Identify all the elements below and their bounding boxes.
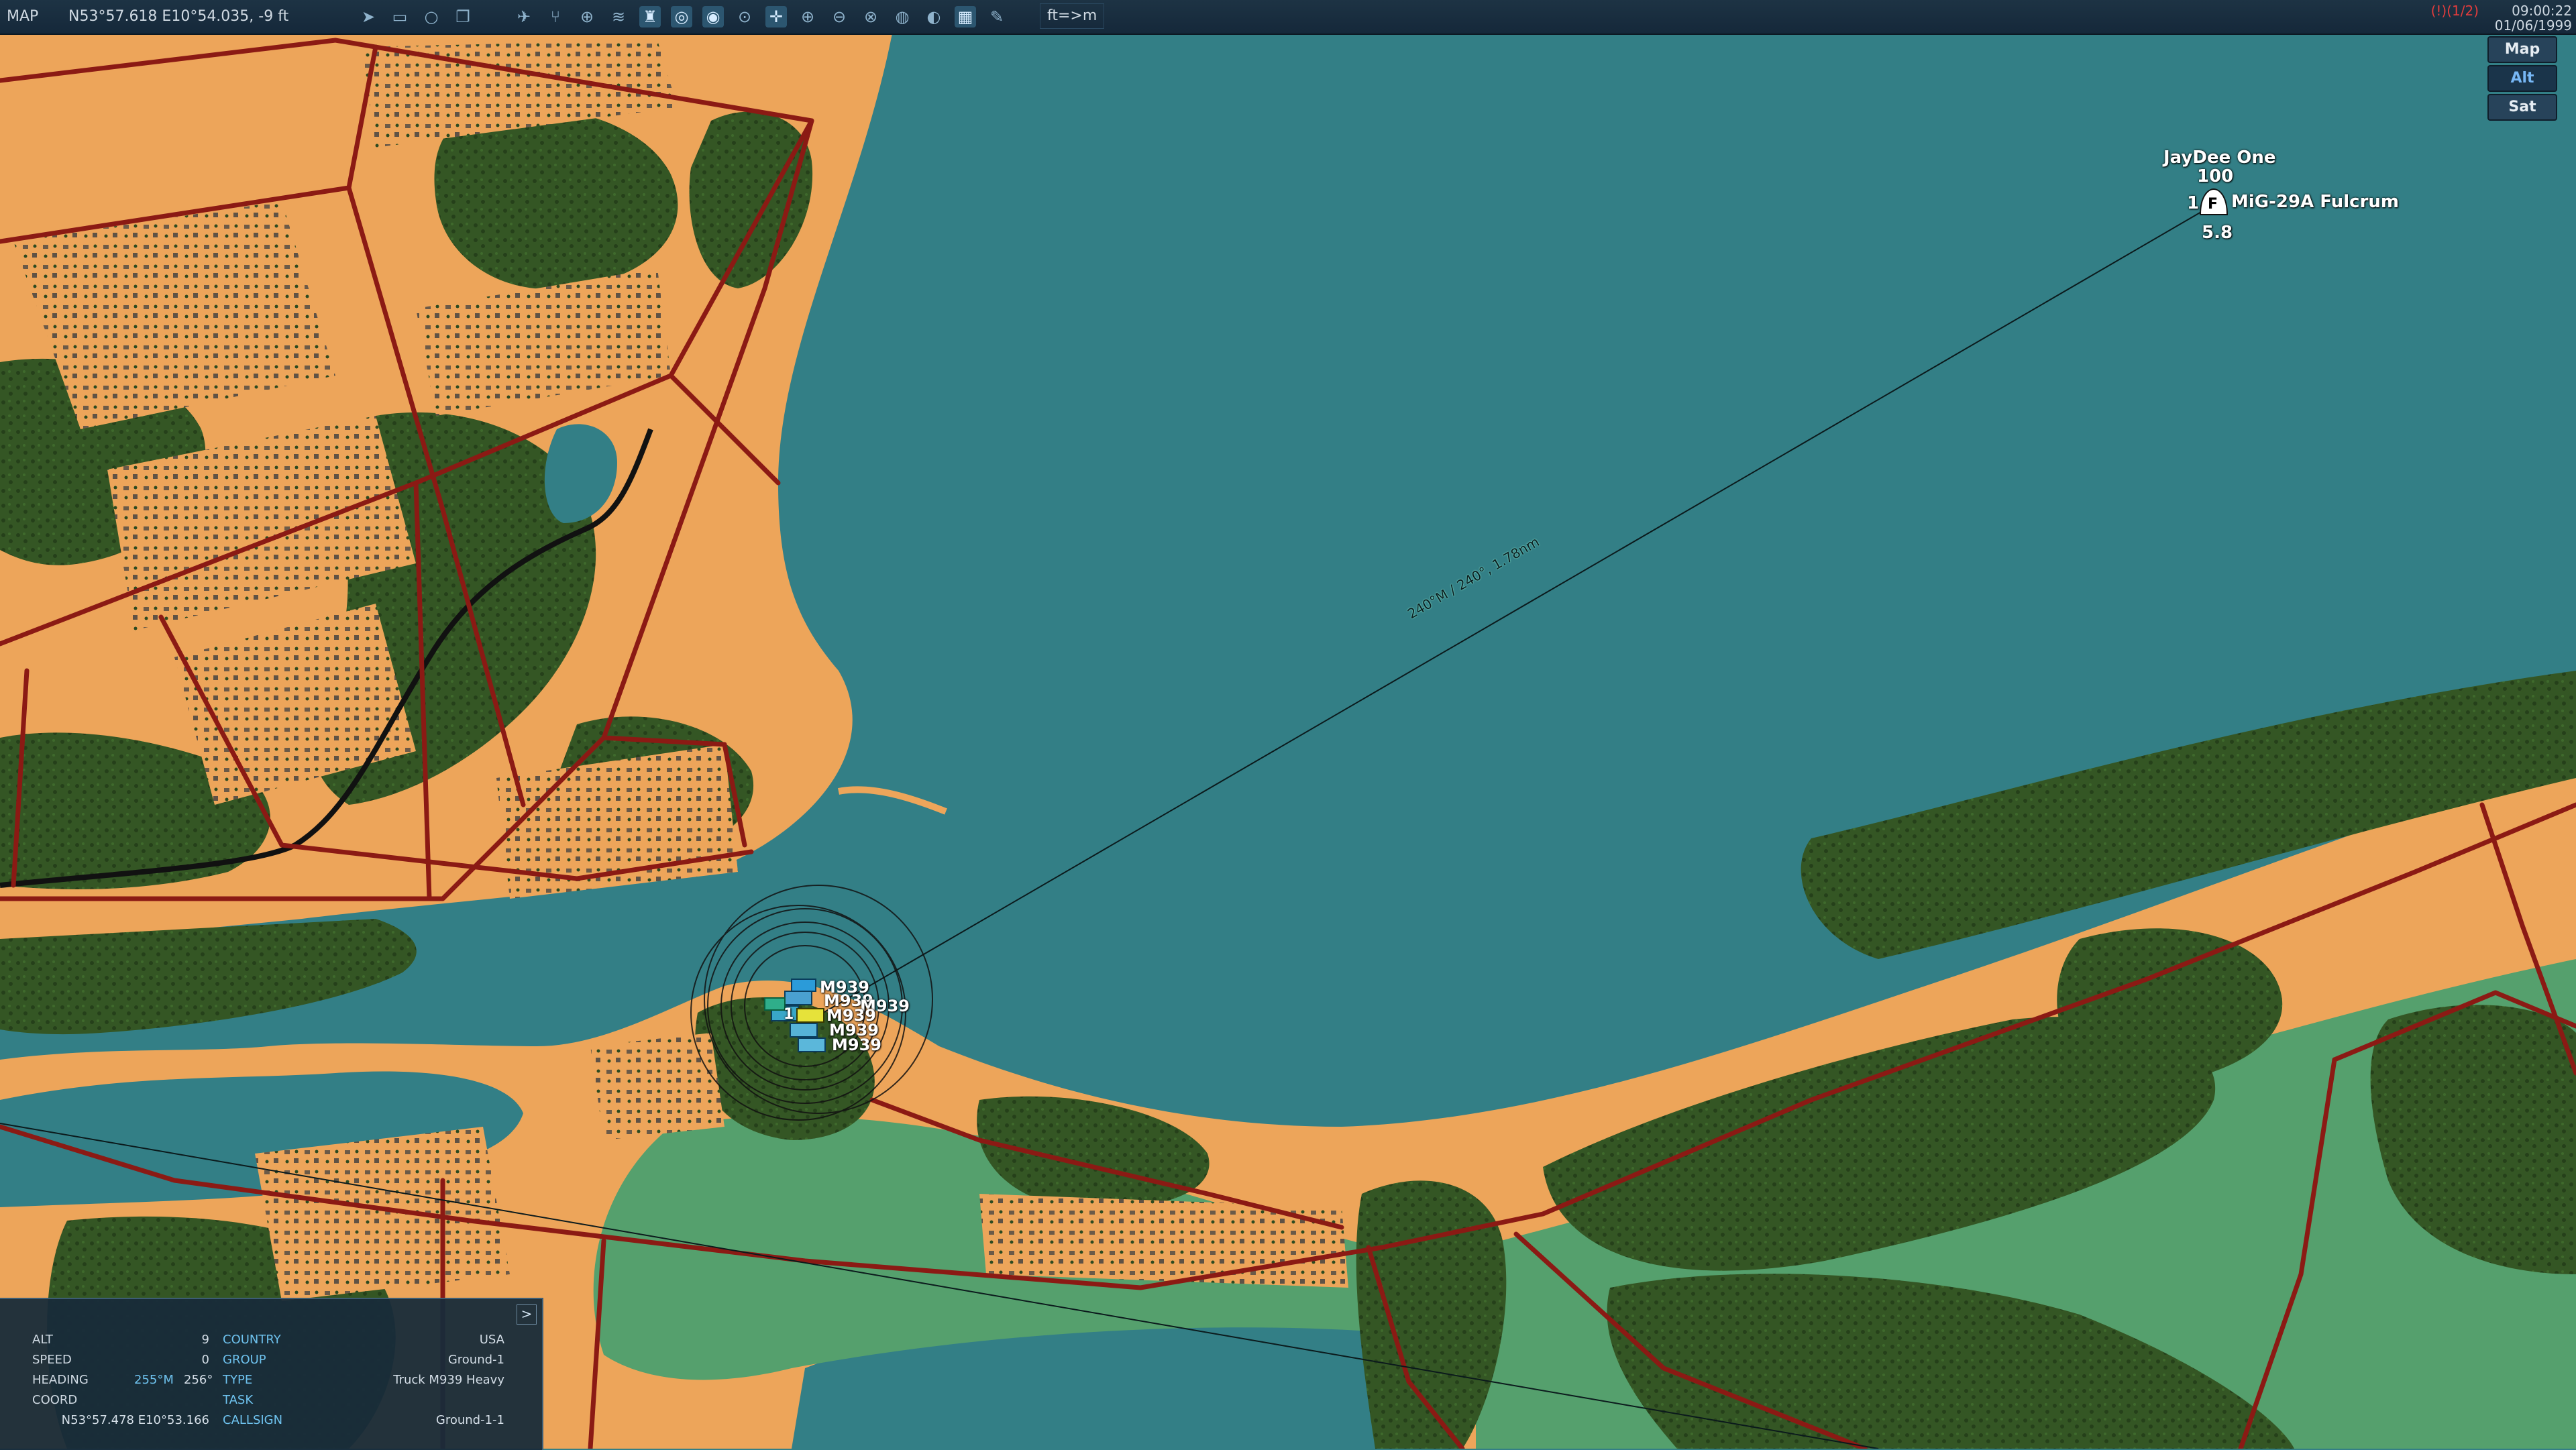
map-mode-sat-button[interactable]: Sat [2487, 94, 2557, 121]
town-area [590, 1033, 724, 1140]
heading-label: HEADING [32, 1373, 89, 1387]
map-mode-map-button[interactable]: Map [2487, 36, 2557, 63]
ground-unit-count: 1 [784, 1006, 794, 1023]
zoom-out-region-icon[interactable]: ◉ [702, 6, 724, 27]
zoom-unit-icon[interactable]: ⊙ [734, 6, 755, 27]
grid-icon[interactable]: ▦ [955, 6, 976, 27]
crosshair-icon[interactable]: ✛ [765, 6, 787, 27]
type-value: Truck M939 Heavy [393, 1373, 504, 1387]
pencil-icon[interactable]: ✎ [986, 6, 1008, 27]
alt-label: ALT [32, 1333, 53, 1347]
aircraft-altitude: 100 [2197, 166, 2234, 186]
country-value: USA [479, 1333, 504, 1347]
target-icon[interactable]: ⊕ [576, 6, 598, 27]
coord-value: N53°57.478 E10°53.166 [61, 1413, 209, 1427]
town-area [255, 1127, 510, 1301]
callsign-value: Ground-1-1 [435, 1413, 504, 1427]
task-label: TASK [223, 1393, 254, 1407]
alt-value: 9 [201, 1333, 209, 1347]
aircraft-count: 1 [2187, 193, 2200, 213]
task-value [335, 1391, 504, 1410]
aircraft-speed: 5.8 [2202, 223, 2233, 243]
group-label: GROUP [223, 1353, 266, 1367]
unit-info-panel: > ALT 9 SPEED 0 HEADING 255°M 256° COORD… [0, 1298, 543, 1450]
route-icon[interactable]: ⑂ [545, 6, 566, 27]
heading-magnetic: 255°M [134, 1373, 174, 1387]
aircraft-filter-icon[interactable]: ✈ [513, 6, 535, 27]
sim-time: 09:00:22 [2512, 3, 2572, 19]
map-canvas[interactable] [0, 0, 2576, 1449]
town-area [979, 1194, 1348, 1288]
units-toggle-button[interactable]: ft=>m [1040, 3, 1105, 29]
group-value: Ground-1 [447, 1353, 504, 1367]
speed-value: 0 [201, 1353, 209, 1367]
zoom-in-icon[interactable]: ⊕ [797, 6, 818, 27]
globe-icon[interactable]: ◐ [923, 6, 945, 27]
type-label: TYPE [223, 1373, 253, 1387]
aircraft-symbol-letter: F [2208, 196, 2218, 213]
map-mode-alt-button[interactable]: Alt [2487, 65, 2557, 92]
zoom-fit-icon[interactable]: ⊗ [860, 6, 881, 27]
status-indicator: (!)(1/2) [2430, 3, 2479, 19]
ground-unit-label: M939 [832, 1036, 881, 1054]
map-mode-label: MAP [7, 8, 39, 25]
navigate-icon[interactable]: ➤ [358, 6, 379, 27]
coord-label: COORD [32, 1393, 78, 1407]
circle-icon[interactable]: ○ [421, 6, 442, 27]
callsign-label: CALLSIGN [223, 1413, 283, 1427]
ruler-icon[interactable]: ▭ [389, 6, 411, 27]
aircraft-type: MiG-29A Fulcrum [2231, 192, 2399, 212]
expand-panel-button[interactable]: > [517, 1304, 537, 1325]
aircraft-callsign: JayDee One [2163, 148, 2276, 168]
cursor-coordinates: N53°57.618 E10°54.035, -9 ft [68, 8, 289, 25]
sim-date: 01/06/1999 [2494, 17, 2572, 34]
layers-icon[interactable]: ❐ [452, 6, 474, 27]
signal-icon[interactable]: ≋ [608, 6, 629, 27]
top-toolbar: MAP N53°57.618 E10°54.035, -9 ft ➤ ▭ ○ ❐… [0, 0, 2576, 35]
heading-true: 256° [184, 1373, 213, 1387]
zoom-out-icon[interactable]: ⊖ [828, 6, 850, 27]
country-label: COUNTRY [223, 1333, 281, 1347]
threat-icon[interactable]: ◍ [892, 6, 913, 27]
speed-label: SPEED [32, 1353, 72, 1367]
zoom-region-icon[interactable]: ◎ [671, 6, 692, 27]
tower-icon[interactable]: ♜ [639, 6, 661, 27]
